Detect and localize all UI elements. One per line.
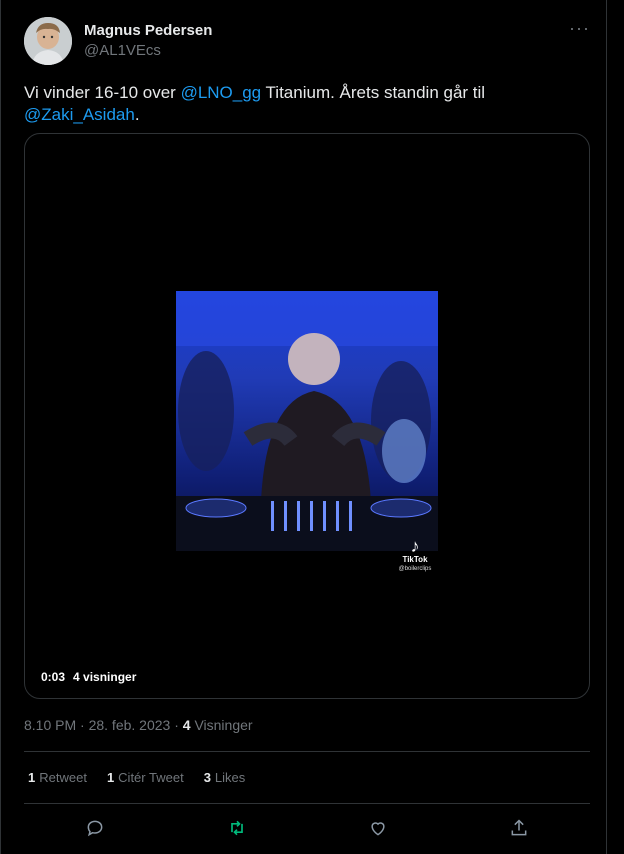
retweet-icon[interactable]	[221, 812, 253, 844]
likes-stat[interactable]: 3 Likes	[204, 770, 246, 785]
tweet-text-part: .	[134, 105, 140, 124]
video-duration: 0:03	[41, 670, 66, 684]
display-name[interactable]: Magnus Pedersen	[84, 22, 212, 39]
views-label: Visninger	[190, 717, 253, 733]
avatar[interactable]	[24, 17, 72, 65]
user-handle[interactable]: @AL1VEcs	[84, 42, 161, 59]
mention-link[interactable]: @Zaki_Asidah	[24, 105, 135, 124]
action-bar	[24, 812, 590, 844]
retweets-stat[interactable]: 1 Retweet	[28, 770, 87, 785]
divider	[24, 803, 590, 804]
share-icon[interactable]	[503, 812, 535, 844]
quotes-count: 1	[106, 770, 115, 785]
divider	[24, 751, 590, 752]
left-border	[0, 0, 1, 854]
tweet-timestamp[interactable]: 8.10 PM · 28. feb. 2023 · 4 Visninger	[24, 717, 253, 733]
likes-label: Likes	[214, 770, 246, 785]
like-icon[interactable]	[362, 812, 394, 844]
tweet-stats: 1 Retweet 1 Citér Tweet 3 Likes	[28, 770, 245, 785]
video-thumbnail[interactable]: ♪ TikTok @boilerclips	[176, 291, 438, 581]
quotes-label: Citér Tweet	[118, 770, 184, 785]
tiktok-label: TikTok	[402, 555, 428, 564]
tweet-text-part: Titanium. Årets standin går til	[261, 83, 486, 102]
tweet-text: Vi vinder 16-10 over @LNO_gg Titanium. Å…	[24, 82, 584, 126]
tiktok-user: @boilerclips	[398, 566, 432, 572]
tiktok-watermark: ♪ TikTok @boilerclips	[395, 537, 435, 573]
video-views: 4 visninger	[73, 670, 137, 684]
tweet-text-part: Vi vinder 16-10 over	[24, 83, 181, 102]
retweets-count: 1	[28, 770, 36, 785]
quotes-stat[interactable]: 1 Citér Tweet	[107, 770, 184, 785]
video-meta: 0:03 4 visninger	[41, 670, 144, 684]
likes-count: 3	[203, 770, 211, 785]
mention-link[interactable]: @LNO_gg	[181, 83, 262, 102]
reply-icon[interactable]	[79, 812, 111, 844]
more-icon[interactable]: ···	[569, 18, 590, 39]
tiktok-icon: ♪	[410, 536, 420, 556]
retweets-label: Retweet	[39, 770, 87, 785]
video-player[interactable]: ♪ TikTok @boilerclips 0:03 4 visninger	[24, 133, 590, 699]
right-border	[606, 0, 607, 854]
views-count: 4	[182, 717, 191, 733]
time-date[interactable]: 8.10 PM · 28. feb. 2023 ·	[24, 717, 183, 733]
